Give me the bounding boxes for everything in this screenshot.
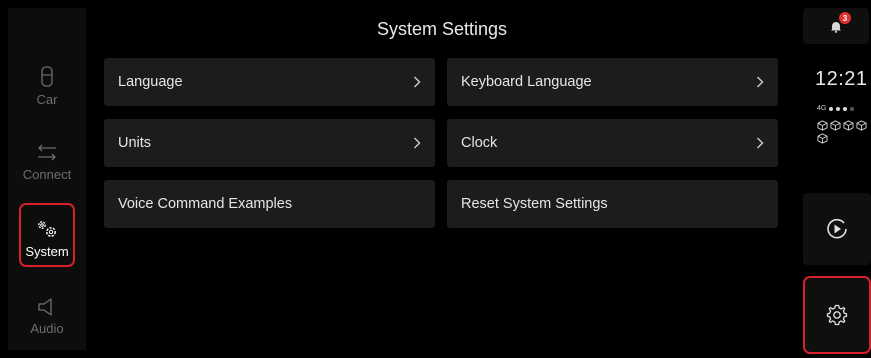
cube-icon [817, 120, 828, 131]
chevron-right-icon [757, 76, 764, 88]
notifications-button[interactable]: 3 [803, 8, 869, 44]
nav-item-connect[interactable]: Connect [8, 126, 86, 198]
nav-label-car: Car [36, 91, 58, 107]
connect-icon [38, 144, 56, 160]
left-nav: Car Connect System Audio [8, 8, 86, 350]
notification-count-badge: 3 [839, 12, 851, 24]
units-tile[interactable]: Units [104, 119, 435, 167]
language-tile[interactable]: Language [104, 58, 435, 106]
media-shortcut-button[interactable] [803, 193, 871, 265]
language-label: Language [118, 74, 183, 90]
cube-icon [830, 120, 841, 131]
clock-label: Clock [461, 135, 498, 151]
gear-icon [826, 304, 848, 326]
cube-icon [843, 120, 854, 131]
car-icon [41, 65, 53, 87]
settings-shortcut-button[interactable] [803, 276, 871, 354]
signal-dot [850, 106, 855, 111]
nav-item-audio[interactable]: Audio [8, 280, 86, 352]
page-title: System Settings [376, 18, 508, 39]
keyboard-language-label: Keyboard Language [461, 74, 592, 90]
voice-command-examples-tile[interactable]: Voice Command Examples [104, 180, 435, 228]
network-type: 4G [817, 105, 827, 112]
signal-dot [829, 106, 834, 111]
signal-dot [843, 106, 848, 111]
play-circle-icon [827, 218, 847, 239]
chevron-right-icon [414, 76, 421, 88]
nav-label-audio: Audio [30, 320, 64, 336]
chevron-right-icon [414, 137, 421, 149]
infotainment-screen: Car Connect System Audio System Settings… [0, 0, 871, 358]
right-panel: 3 12:21 4G [803, 0, 871, 358]
active-nav-highlight [19, 203, 75, 267]
chevron-right-icon [757, 137, 764, 149]
connected-devices-indicator [817, 120, 869, 144]
voice-command-examples-label: Voice Command Examples [118, 196, 293, 212]
clock-tile[interactable]: Clock [447, 119, 778, 167]
nav-label-connect: Connect [22, 166, 72, 182]
network-status: 4G [817, 105, 855, 112]
cube-icon [856, 120, 867, 131]
keyboard-language-tile[interactable]: Keyboard Language [447, 58, 778, 106]
reset-system-settings-tile[interactable]: Reset System Settings [447, 180, 778, 228]
cube-icon [817, 133, 828, 144]
clock-time: 12:21 [815, 68, 868, 90]
nav-item-car[interactable]: Car [8, 50, 86, 122]
reset-system-settings-label: Reset System Settings [461, 196, 608, 212]
units-label: Units [118, 135, 152, 151]
speaker-icon [38, 297, 52, 316]
signal-dot [836, 106, 841, 111]
